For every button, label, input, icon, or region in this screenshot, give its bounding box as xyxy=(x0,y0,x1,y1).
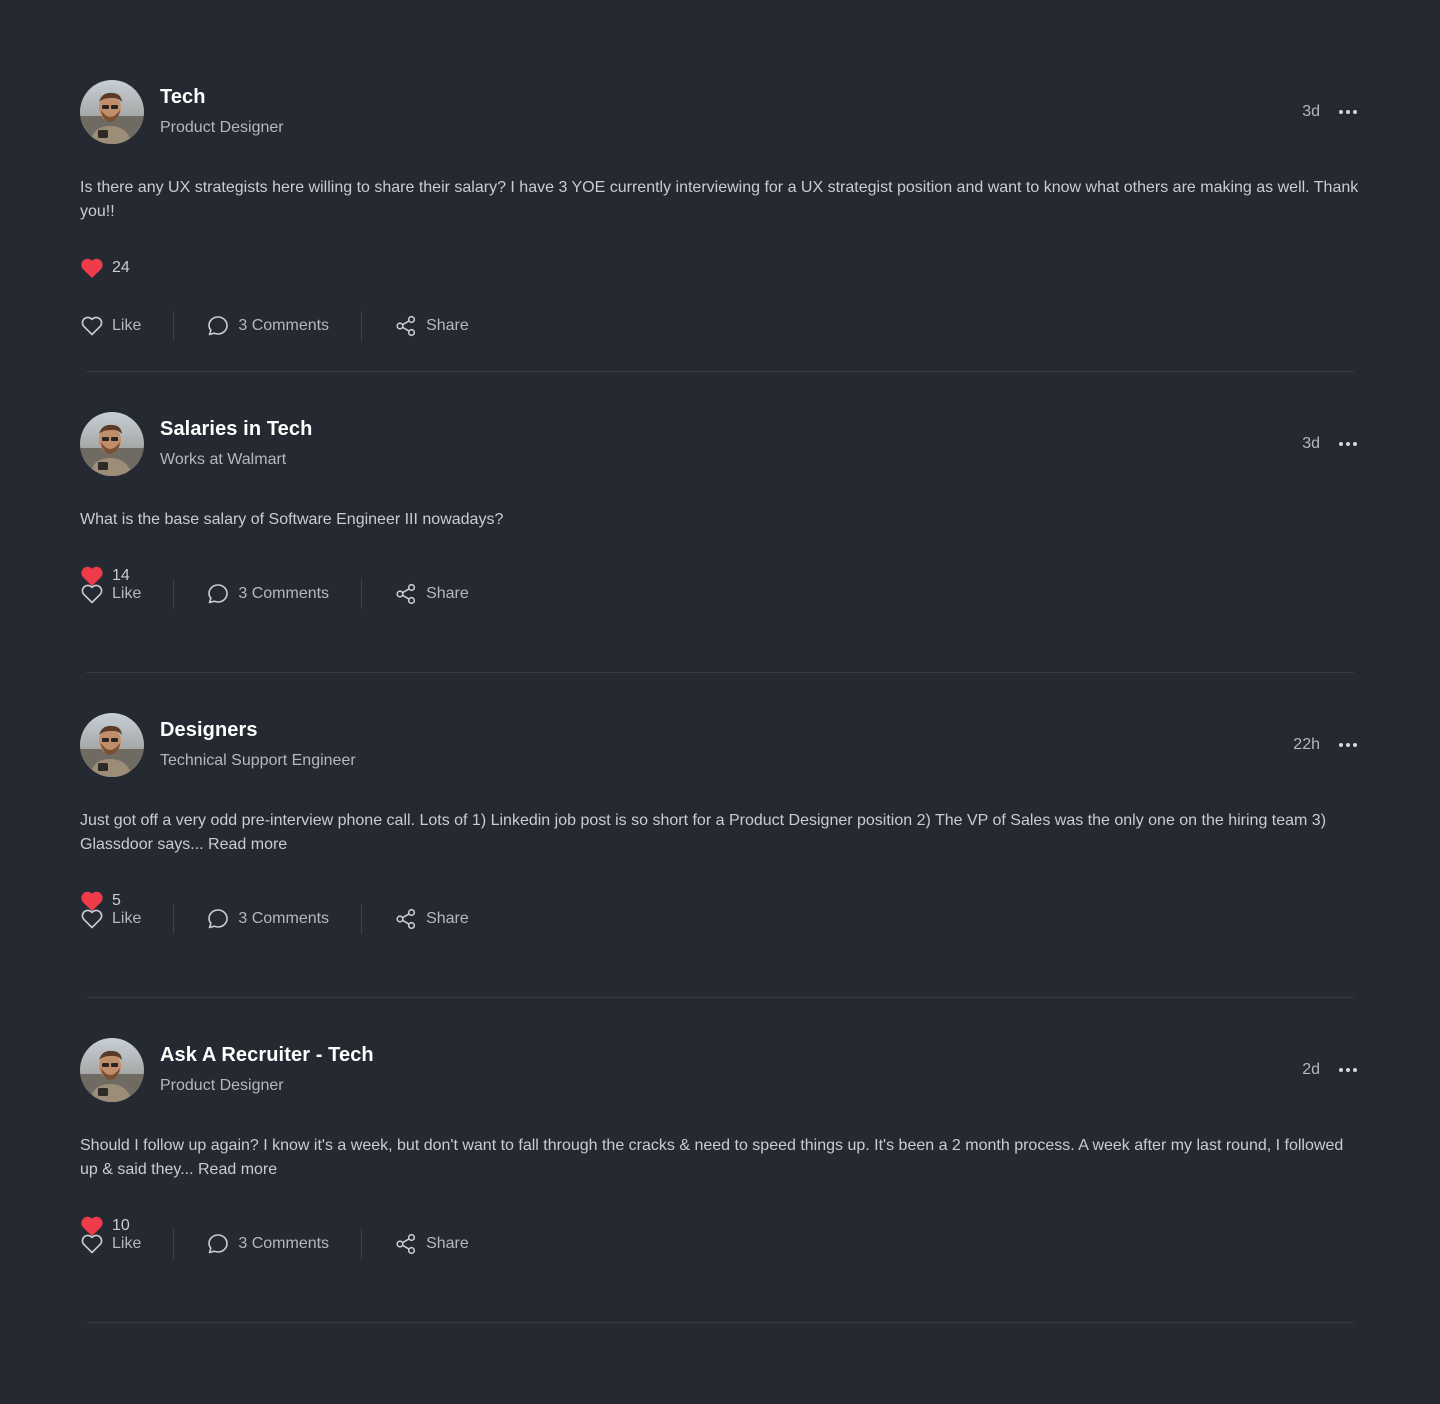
more-options-icon[interactable] xyxy=(1336,102,1360,122)
user-role: Product Designer xyxy=(160,119,284,136)
post-header: Salaries in Tech Works at Walmart 3d xyxy=(80,412,1360,476)
avatar[interactable] xyxy=(80,713,144,777)
heart-outline-icon xyxy=(81,316,103,336)
like-label: Like xyxy=(112,910,142,927)
post-header: Tech Product Designer 3d xyxy=(80,80,1360,144)
user-role: Product Designer xyxy=(160,1077,284,1094)
group-name[interactable]: Designers xyxy=(160,719,258,742)
comments-button[interactable]: 3 Comments xyxy=(206,903,329,935)
post-divider xyxy=(86,1322,1354,1323)
like-count: 24 xyxy=(112,259,130,276)
like-label: Like xyxy=(112,1235,142,1252)
action-divider xyxy=(173,311,175,341)
like-button[interactable]: Like xyxy=(80,903,141,935)
share-icon xyxy=(396,908,416,930)
post-timestamp: 3d xyxy=(1302,435,1320,452)
avatar[interactable] xyxy=(80,1038,144,1102)
post-card: Tech Product Designer 3d Is there any UX… xyxy=(80,40,1360,372)
post-body[interactable]: What is the base salary of Software Engi… xyxy=(80,508,1360,532)
like-button[interactable]: Like xyxy=(80,310,141,342)
comments-button[interactable]: 3 Comments xyxy=(206,1228,329,1260)
post-actions: Like 3 Comments Share xyxy=(80,578,469,610)
share-button[interactable]: Share xyxy=(394,578,469,610)
reaction-summary: 24 xyxy=(80,256,1360,280)
more-options-icon[interactable] xyxy=(1336,1060,1360,1080)
post-body[interactable]: Should I follow up again? I know it's a … xyxy=(80,1134,1360,1182)
comments-label: 3 Comments xyxy=(238,585,330,602)
comment-bubble-icon xyxy=(208,909,229,929)
like-button[interactable]: Like xyxy=(80,578,141,610)
post-feed: Tech Product Designer 3d Is there any UX… xyxy=(80,40,1360,1323)
group-name[interactable]: Salaries in Tech xyxy=(160,418,312,441)
action-divider xyxy=(361,904,363,934)
post-body[interactable]: Just got off a very odd pre-interview ph… xyxy=(80,809,1360,857)
post-timestamp: 2d xyxy=(1302,1061,1320,1078)
comments-label: 3 Comments xyxy=(238,317,330,334)
comments-label: 3 Comments xyxy=(238,1235,330,1252)
share-label: Share xyxy=(426,1235,469,1252)
heart-outline-icon xyxy=(81,1234,103,1254)
action-divider xyxy=(173,579,175,609)
share-label: Share xyxy=(426,585,469,602)
share-button[interactable]: Share xyxy=(394,903,469,935)
heart-outline-icon xyxy=(81,909,103,929)
share-button[interactable]: Share xyxy=(394,1228,469,1260)
post-actions: Like 3 Comments Share xyxy=(80,310,469,342)
share-label: Share xyxy=(426,317,469,334)
comment-bubble-icon xyxy=(208,584,229,604)
share-icon xyxy=(396,1233,416,1255)
post-card: Ask A Recruiter - Tech Product Designer … xyxy=(80,998,1360,1323)
user-role: Works at Walmart xyxy=(160,451,287,468)
post-actions: Like 3 Comments Share xyxy=(80,903,469,935)
share-icon xyxy=(396,583,416,605)
like-label: Like xyxy=(112,585,142,602)
comment-bubble-icon xyxy=(208,1234,229,1254)
share-button[interactable]: Share xyxy=(394,310,469,342)
comments-label: 3 Comments xyxy=(238,910,330,927)
post-card: Designers Technical Support Engineer 22h… xyxy=(80,673,1360,998)
action-divider xyxy=(361,579,363,609)
action-divider xyxy=(361,1229,363,1259)
more-options-icon[interactable] xyxy=(1336,434,1360,454)
share-label: Share xyxy=(426,910,469,927)
post-card: Salaries in Tech Works at Walmart 3d Wha… xyxy=(80,372,1360,673)
more-options-icon[interactable] xyxy=(1336,735,1360,755)
post-header: Designers Technical Support Engineer 22h xyxy=(80,713,1360,777)
post-timestamp: 22h xyxy=(1293,736,1320,753)
post-actions: Like 3 Comments Share xyxy=(80,1228,469,1260)
comments-button[interactable]: 3 Comments xyxy=(206,578,329,610)
action-divider xyxy=(173,1229,175,1259)
share-icon xyxy=(396,315,416,337)
action-divider xyxy=(173,904,175,934)
post-timestamp: 3d xyxy=(1302,103,1320,120)
action-divider xyxy=(361,311,363,341)
comments-button[interactable]: 3 Comments xyxy=(206,310,329,342)
heart-outline-icon xyxy=(81,584,103,604)
user-role: Technical Support Engineer xyxy=(160,752,356,769)
post-body[interactable]: Is there any UX strategists here willing… xyxy=(80,176,1360,224)
avatar[interactable] xyxy=(80,412,144,476)
avatar[interactable] xyxy=(80,80,144,144)
comment-bubble-icon xyxy=(208,316,229,336)
group-name[interactable]: Tech xyxy=(160,86,206,109)
group-name[interactable]: Ask A Recruiter - Tech xyxy=(160,1044,374,1067)
like-button[interactable]: Like xyxy=(80,1228,141,1260)
post-header: Ask A Recruiter - Tech Product Designer … xyxy=(80,1038,1360,1102)
heart-filled-icon xyxy=(81,258,103,278)
like-label: Like xyxy=(112,317,142,334)
